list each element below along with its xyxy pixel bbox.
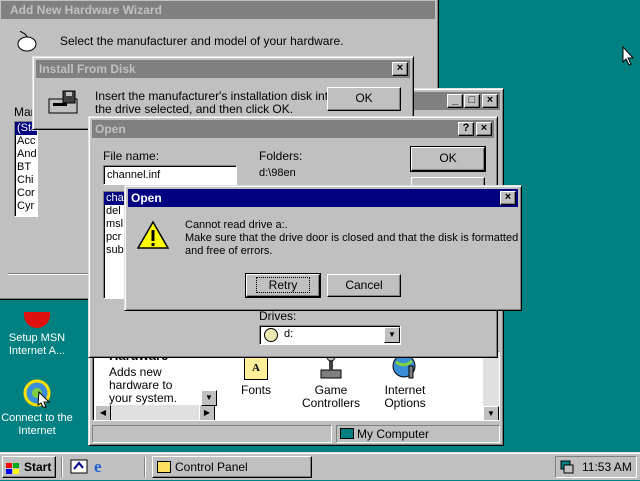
connect-internet-icon xyxy=(22,378,52,408)
task-label: Control Panel xyxy=(175,460,248,474)
internet-options-label: Internet Options xyxy=(384,383,426,410)
fonts-item[interactable]: A Fonts xyxy=(221,356,291,397)
list-item[interactable]: pcr xyxy=(104,231,124,244)
status-text: My Computer xyxy=(357,427,430,441)
ok-button[interactable]: OK xyxy=(327,87,401,111)
network-icon[interactable] xyxy=(560,460,574,474)
hardware-desc: hardware to xyxy=(109,378,173,392)
cancel-button[interactable]: Cancel xyxy=(327,274,401,297)
list-item[interactable]: msl xyxy=(104,218,124,231)
hardware-desc: Adds new xyxy=(109,365,162,379)
filename-input[interactable]: channel.inf xyxy=(103,165,237,185)
mouse-icon xyxy=(14,30,40,53)
title-bar[interactable]: Install From Disk × xyxy=(36,60,410,78)
error-dialog: Open × Cannot read drive a:. Make sure t… xyxy=(124,185,522,311)
game-controllers-label: Game Controllers xyxy=(301,383,361,410)
desktop-icon-connect-internet[interactable]: Connect to the Internet xyxy=(0,378,74,438)
window-title: Install From Disk xyxy=(39,62,136,76)
error-message: Make sure that the drive door is closed … xyxy=(185,232,519,244)
left-scrollbar[interactable]: ◀ ▶ xyxy=(95,405,215,420)
install-message: the drive selected, and then click OK. xyxy=(95,102,294,116)
folders-path: d:\98en xyxy=(259,167,296,179)
list-item[interactable]: del xyxy=(104,205,124,218)
maximize-button[interactable]: □ xyxy=(464,94,480,108)
filename-label: File name: xyxy=(103,149,160,163)
status-pane-right: My Computer xyxy=(336,425,500,443)
fonts-icon: A xyxy=(244,356,268,380)
game-controllers-item[interactable]: Game Controllers xyxy=(296,352,366,410)
internet-options-item[interactable]: Internet Options xyxy=(370,352,440,410)
close-button[interactable]: × xyxy=(476,122,492,136)
files-list[interactable]: cha del msl pcr sub xyxy=(103,191,125,299)
hardware-desc: your system. xyxy=(109,391,178,405)
mouse-cursor-icon xyxy=(622,45,635,66)
drive-value: d: xyxy=(284,328,294,340)
scroll-right-arrow[interactable]: ▶ xyxy=(199,405,215,420)
scroll-down-small-arrow[interactable]: ▼ xyxy=(201,390,217,406)
install-message: Insert the manufacturer's installation d… xyxy=(95,89,335,103)
error-message: and free of errors. xyxy=(185,245,273,257)
taskbar-item-control-panel[interactable]: Control Panel xyxy=(152,456,312,478)
list-item[interactable]: BT xyxy=(15,161,37,174)
ok-button[interactable]: OK xyxy=(410,146,486,172)
close-button[interactable]: × xyxy=(500,191,516,205)
start-label: Start xyxy=(24,460,52,474)
desktop-icon-setup-msn[interactable]: Setup MSN Internet A... xyxy=(0,312,74,358)
chevron-down-icon[interactable]: ▼ xyxy=(384,327,400,343)
title-bar[interactable]: Open × xyxy=(128,189,518,207)
quick-launch-divider xyxy=(61,457,63,477)
help-button[interactable]: ? xyxy=(458,122,474,136)
folders-label: Folders: xyxy=(259,149,303,163)
taskbar-divider xyxy=(144,457,146,477)
list-item[interactable]: And xyxy=(15,148,37,161)
start-button[interactable]: Start xyxy=(2,456,56,478)
drives-select[interactable]: d: ▼ xyxy=(259,325,401,345)
vertical-scrollbar[interactable]: ▼ xyxy=(483,352,499,420)
drives-label: Drives: xyxy=(259,309,297,323)
desktop-icon-label: Connect to the Internet xyxy=(1,412,73,437)
windows-logo-icon xyxy=(6,461,20,474)
list-item[interactable]: Acc xyxy=(15,135,37,148)
close-button[interactable]: × xyxy=(482,94,498,108)
cd-drive-icon xyxy=(264,328,278,342)
wizard-instruction: Select the manufacturer and model of you… xyxy=(60,34,344,48)
retry-label: Retry xyxy=(255,277,311,293)
retry-button[interactable]: Retry xyxy=(245,273,321,298)
desktop-icon-label: Setup MSN Internet A... xyxy=(8,332,66,357)
warning-icon xyxy=(136,220,170,250)
window-title: Open xyxy=(131,191,162,205)
error-message: Cannot read drive a:. xyxy=(185,219,288,231)
computer-icon xyxy=(340,428,354,439)
msn-icon xyxy=(24,312,50,328)
window-title: Open xyxy=(95,122,126,136)
list-item[interactable]: Cyr xyxy=(15,200,37,213)
floppy-drive-icon xyxy=(47,89,81,117)
clock[interactable]: 11:53 AM xyxy=(582,460,632,474)
manufacturers-list[interactable]: (Sta Acc And BT Chi Cor Cyr xyxy=(14,121,38,217)
control-panel-icon xyxy=(157,461,171,473)
window-title: Add New Hardware Wizard xyxy=(10,3,162,17)
title-bar[interactable]: Add New Hardware Wizard xyxy=(1,1,435,19)
show-desktop-icon[interactable] xyxy=(70,459,88,475)
list-item[interactable]: sub xyxy=(104,244,124,257)
list-item[interactable]: cha xyxy=(104,192,124,205)
system-tray: 11:53 AM xyxy=(555,456,637,478)
fonts-label: Fonts xyxy=(240,383,271,397)
minimize-button[interactable]: _ xyxy=(447,94,463,108)
separator xyxy=(8,273,92,275)
internet-explorer-icon[interactable]: e xyxy=(94,458,112,476)
close-button[interactable]: × xyxy=(392,62,408,76)
list-item[interactable]: Chi xyxy=(15,174,37,187)
scroll-left-arrow[interactable]: ◀ xyxy=(95,405,111,420)
title-bar[interactable]: Open ? × xyxy=(92,120,494,138)
list-item[interactable]: Cor xyxy=(15,187,37,200)
content-pane: Hardware Adds new hardware to your syste… xyxy=(92,351,500,421)
status-pane-left xyxy=(92,425,332,443)
taskbar: Start e Control Panel 11:53 AM xyxy=(0,452,640,480)
status-bar: My Computer xyxy=(92,425,500,443)
scroll-down-arrow[interactable]: ▼ xyxy=(483,406,499,420)
